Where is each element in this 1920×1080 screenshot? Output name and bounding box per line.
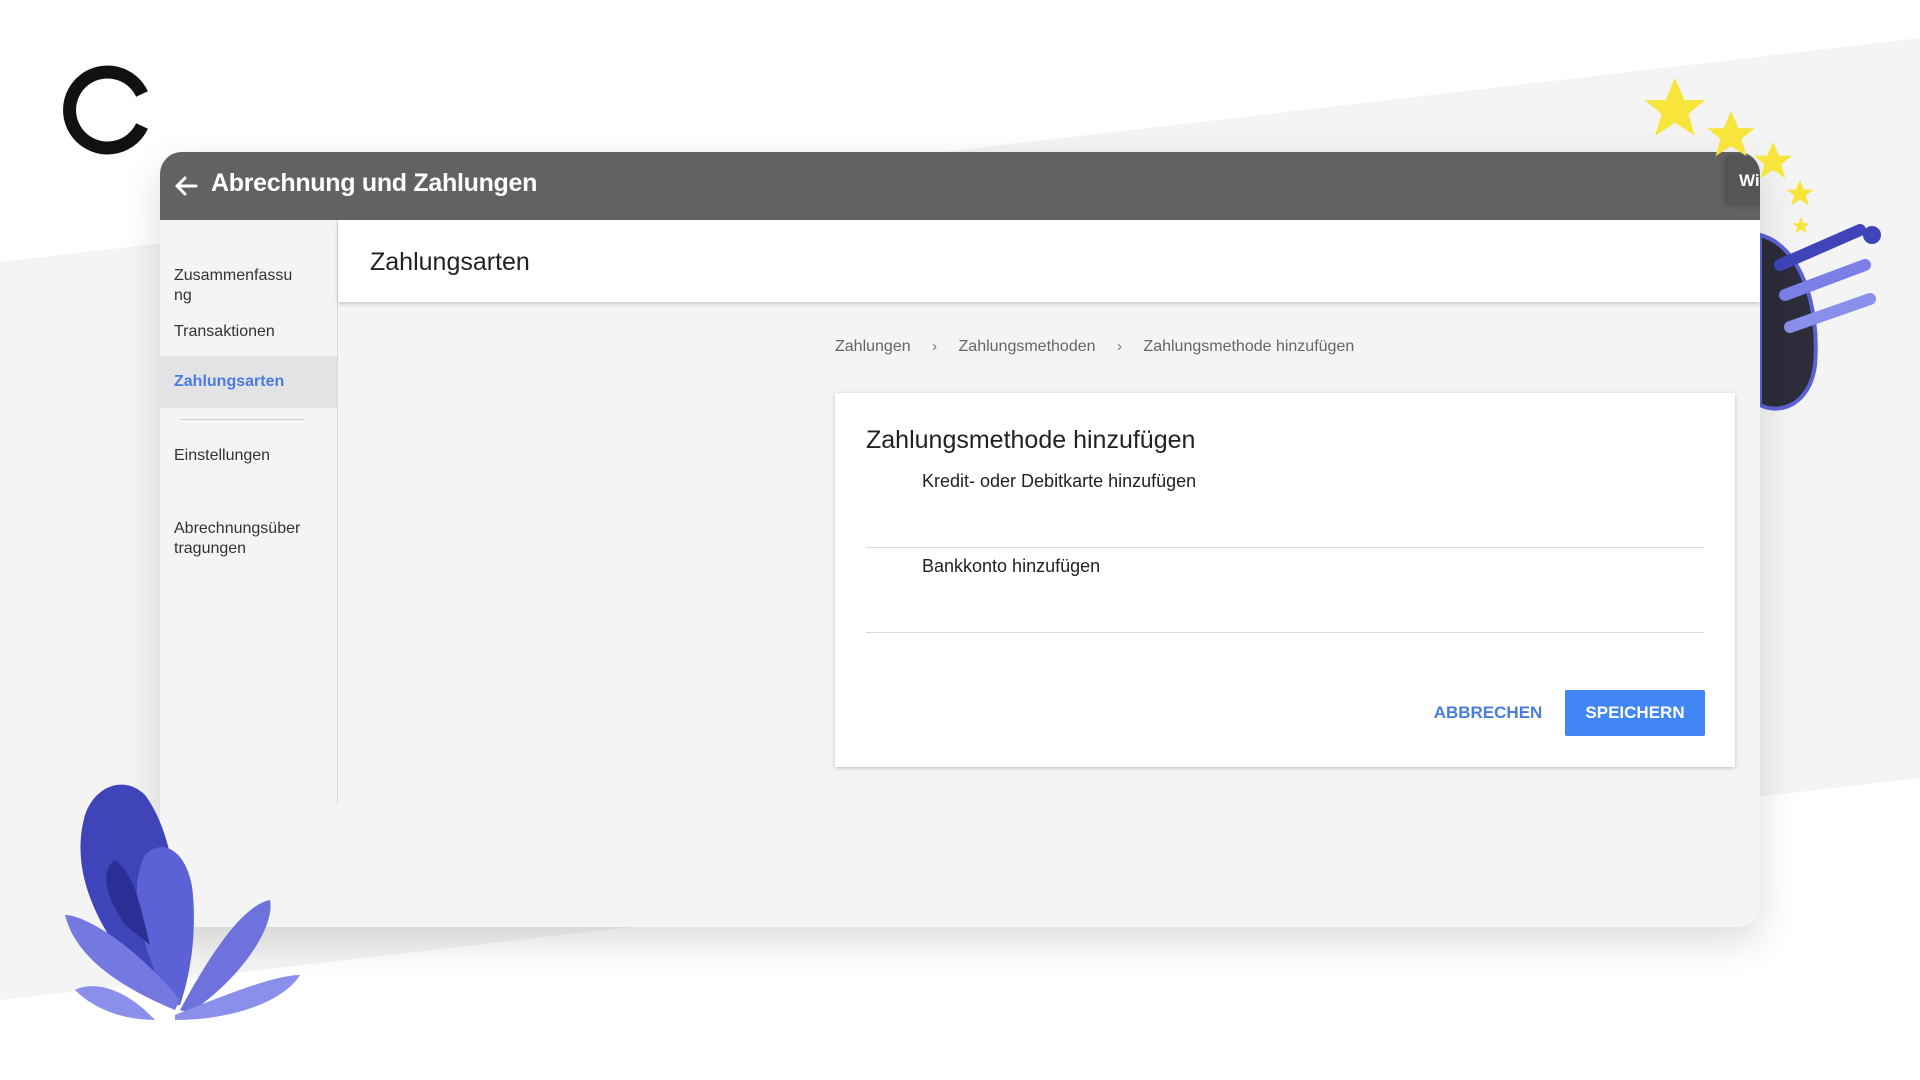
sidebar-item-transaktionen[interactable]: Transaktionen <box>160 322 337 342</box>
breadcrumb-item-zahlungen[interactable]: Zahlungen <box>835 338 911 355</box>
breadcrumb-item-zahlungsmethoden[interactable]: Zahlungsmethoden <box>959 338 1096 355</box>
sidebar-nav: Zusammenfassu ng Transaktionen Zahlungsa… <box>160 220 338 804</box>
sidebar-divider <box>180 419 304 420</box>
option-add-card[interactable]: Kredit- oder Debitkarte hinzufügen <box>866 463 1704 548</box>
sidebar-item-label: Abrechnungsüber tragungen <box>174 520 301 557</box>
app-bar: Abrechnung und Zahlungen Wi <box>160 152 1760 220</box>
breadcrumb: Zahlungen › Zahlungsmethoden › Zahlungsm… <box>835 338 1354 356</box>
app-title: Abrechnung und Zahlungen <box>211 169 538 197</box>
chevron-right-icon: › <box>1116 338 1122 355</box>
sidebar-item-zahlungsarten[interactable]: Zahlungsarten <box>160 356 337 408</box>
cancel-button[interactable]: ABBRECHEN <box>1418 690 1558 736</box>
sidebar-item-label: Zahlungsarten <box>174 373 285 390</box>
section-header: Zahlungsarten <box>338 220 1760 302</box>
stars-decoration-icon <box>1644 78 1814 234</box>
sidebar-item-label: Einstellungen <box>174 447 271 464</box>
page-title: Zahlungsarten <box>370 248 530 276</box>
back-arrow-icon[interactable] <box>166 166 206 206</box>
sidebar-item-zusammenfassung[interactable]: Zusammenfassu ng <box>160 246 337 306</box>
sidebar-item-abrechnungsuebertragungen[interactable]: Abrechnungsüber tragungen <box>160 499 337 559</box>
plant-decoration-icon <box>65 784 300 1020</box>
app-window: Abrechnung und Zahlungen Wi Zusammenfass… <box>160 152 1760 927</box>
option-label: Bankkonto hinzufügen <box>922 556 1101 576</box>
option-add-bank-account[interactable]: Bankkonto hinzufügen <box>866 548 1704 633</box>
save-button[interactable]: SPEICHERN <box>1565 690 1705 736</box>
dialog-title: Zahlungsmethode hinzufügen <box>866 426 1196 454</box>
add-payment-method-dialog: Zahlungsmethode hinzufügen Kredit- oder … <box>835 393 1735 767</box>
option-label: Kredit- oder Debitkarte hinzufügen <box>922 471 1197 491</box>
sidebar-item-einstellungen[interactable]: Einstellungen <box>160 446 337 466</box>
sidebar-item-label: Transaktionen <box>174 323 275 340</box>
breadcrumb-item-current: Zahlungsmethode hinzufügen <box>1143 338 1355 355</box>
sidebar-item-label: Zusammenfassu ng <box>174 267 293 304</box>
chevron-right-icon: › <box>932 338 938 355</box>
brand-logo-icon <box>63 65 148 155</box>
